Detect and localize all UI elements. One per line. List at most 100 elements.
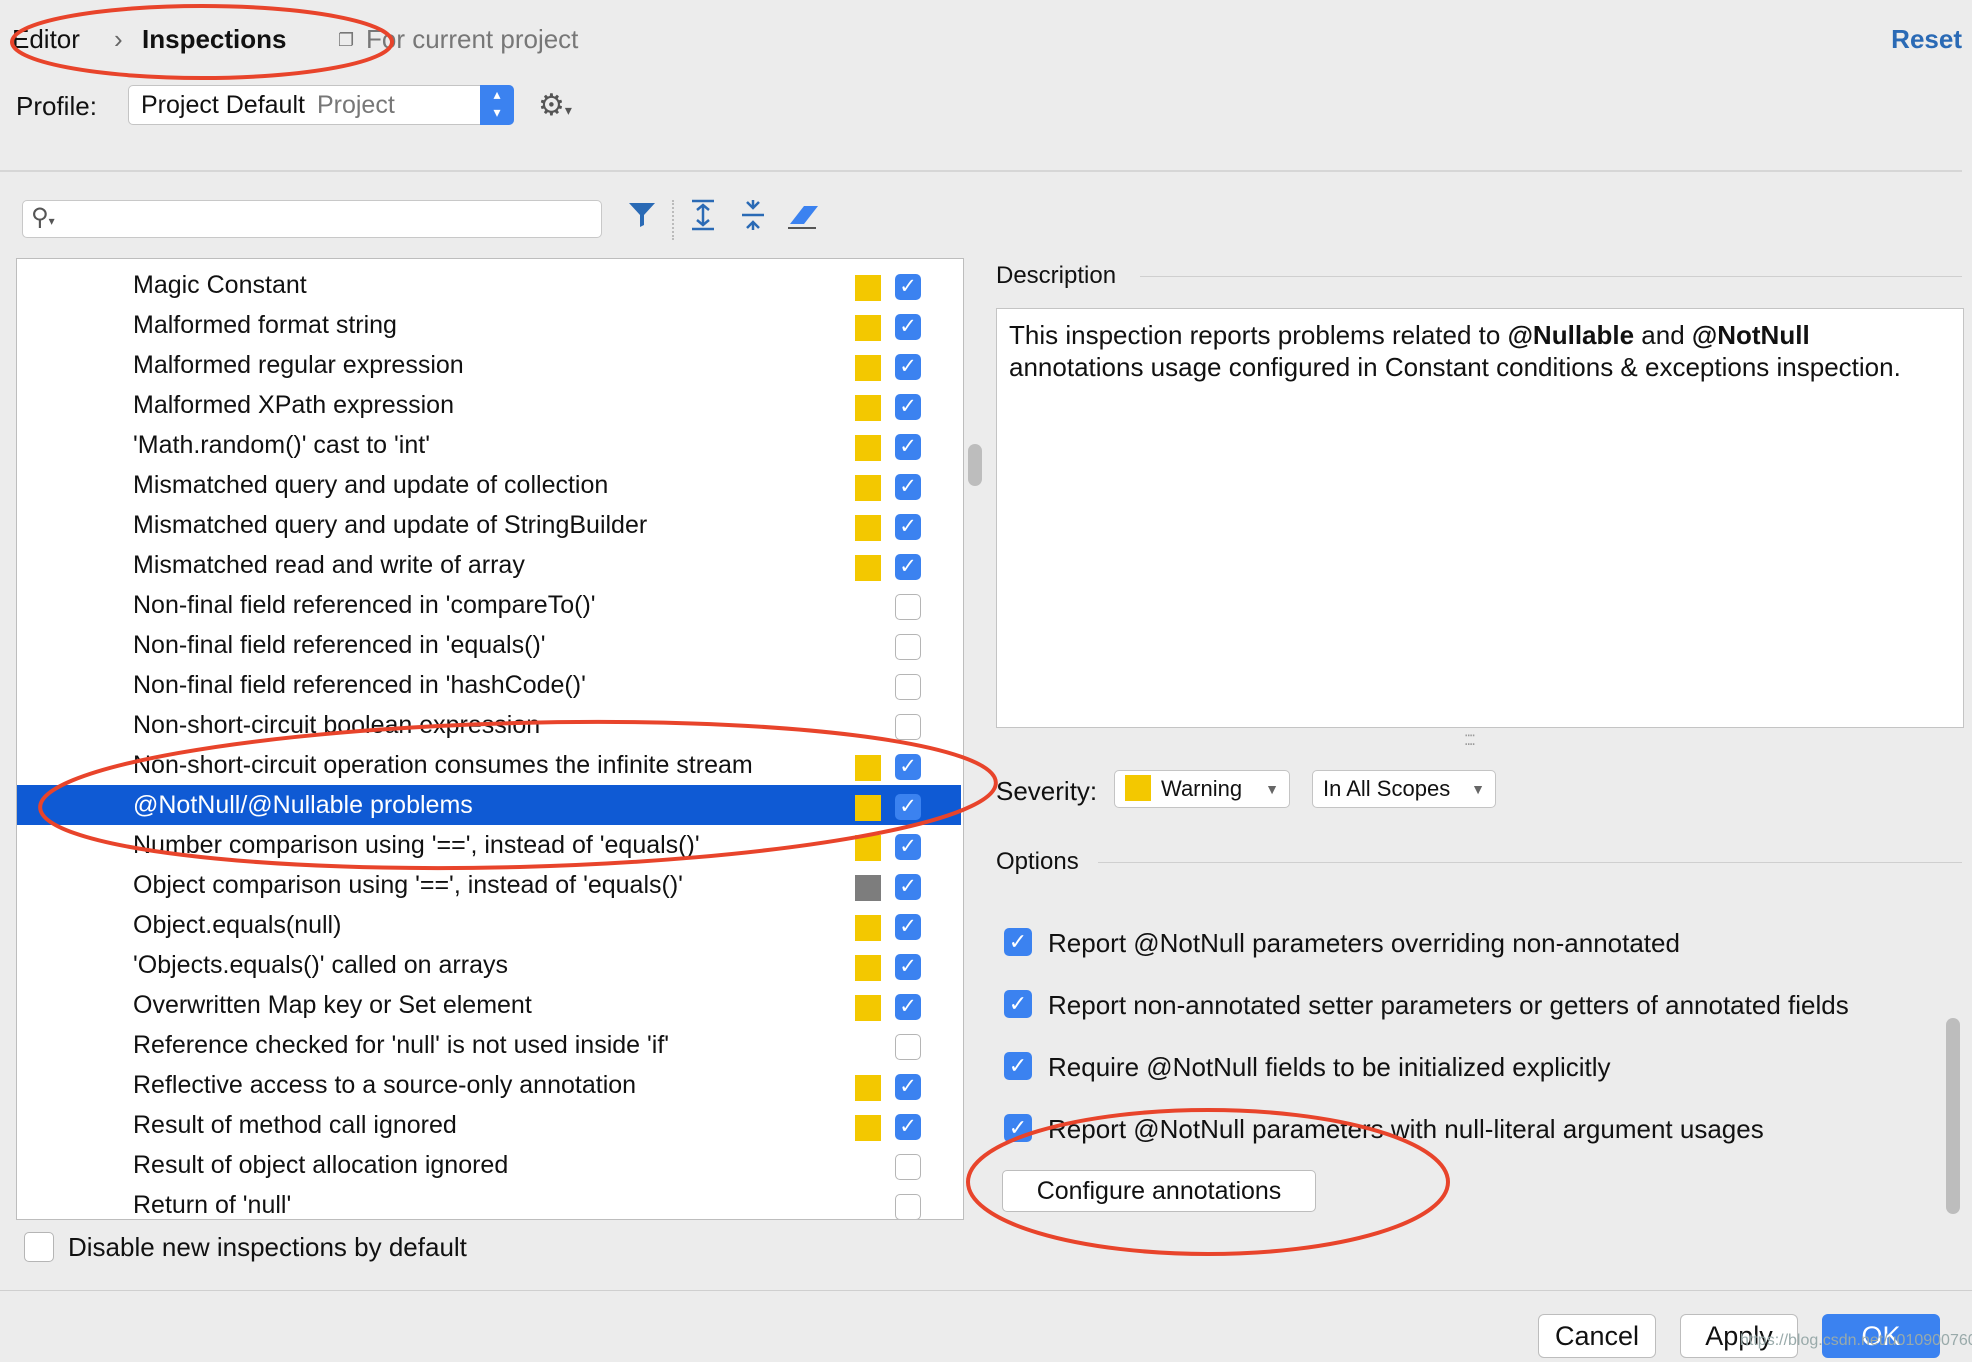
enable-checkbox[interactable] [895,594,921,620]
enable-checkbox[interactable]: ✓ [895,754,921,780]
gear-icon[interactable]: ⚙▾ [538,88,572,123]
inspection-label: Non-short-circuit boolean expression [133,711,541,739]
severity-swatch [855,795,881,821]
divider [0,170,1962,172]
list-item[interactable]: 'Math.random()' cast to 'int' ✓ [17,425,961,465]
enable-checkbox[interactable]: ✓ [895,474,921,500]
search-input[interactable]: ⚲▾ [22,200,602,238]
enable-checkbox[interactable]: ✓ [895,994,921,1020]
list-item[interactable]: Object.equals(null) ✓ [17,905,961,945]
enable-checkbox[interactable]: ✓ [895,1114,921,1140]
list-item[interactable]: Reflective access to a source-only annot… [17,1065,961,1105]
divider [0,1290,1972,1291]
collapse-all-icon[interactable] [738,198,768,240]
toolbar-separator [672,200,675,240]
enable-checkbox[interactable]: ✓ [895,874,921,900]
profile-scope: Project [316,91,395,119]
list-scrollbar[interactable] [968,444,982,486]
inspection-label: Object comparison using '==', instead of… [133,871,683,899]
severity-select[interactable]: Warning ▼ [1114,770,1290,808]
list-item[interactable]: 'Objects.equals()' called on arrays ✓ [17,945,961,985]
list-item[interactable]: Return of 'null' [17,1185,961,1219]
list-item[interactable]: Reference checked for 'null' is not used… [17,1025,961,1065]
enable-checkbox[interactable]: ✓ [895,954,921,980]
filter-icon[interactable] [626,198,658,238]
enable-checkbox[interactable] [895,1194,921,1219]
enable-checkbox[interactable] [895,1154,921,1180]
disable-new-checkbox[interactable] [24,1232,54,1262]
list-item[interactable]: Magic Constant ✓ [17,265,961,305]
description-text: annotations usage configured in Constant… [1009,352,1901,382]
scope-select[interactable]: In All Scopes ▼ [1312,770,1496,808]
enable-checkbox[interactable] [895,674,921,700]
option-checkbox[interactable]: ✓ [1004,1052,1032,1080]
list-item[interactable]: Mismatched query and update of StringBui… [17,505,961,545]
configure-annotations-button[interactable]: Configure annotations [1002,1170,1316,1212]
severity-value: Warning [1161,776,1243,801]
option-checkbox[interactable]: ✓ [1004,990,1032,1018]
description-text: and [1634,320,1692,350]
list-item[interactable]: Number comparison using '==', instead of… [17,825,961,865]
list-item[interactable]: Result of object allocation ignored [17,1145,961,1185]
option-label: Report @NotNull parameters with null-lit… [1048,1114,1764,1144]
inspection-label: Mismatched query and update of StringBui… [133,511,648,539]
scope-note: For current project [366,24,579,54]
option-checkbox[interactable]: ✓ [1004,928,1032,956]
list-item[interactable]: Non-final field referenced in 'hashCode(… [17,665,961,705]
severity-swatch [855,1075,881,1101]
description-text: This inspection reports problems related… [1009,320,1508,350]
enable-checkbox[interactable] [895,714,921,740]
enable-checkbox[interactable]: ✓ [895,834,921,860]
enable-checkbox[interactable]: ✓ [895,914,921,940]
profile-select[interactable]: Project Default Project ▴ ▾ [128,85,514,125]
reset-link[interactable]: Reset [1891,24,1962,55]
inspection-label: 'Math.random()' cast to 'int' [133,431,430,459]
list-item[interactable]: Non-short-circuit operation consumes the… [17,745,961,785]
list-item[interactable]: Object comparison using '==', instead of… [17,865,961,905]
cancel-button[interactable]: Cancel [1538,1314,1656,1358]
list-item[interactable]: Malformed format string ✓ [17,305,961,345]
expand-all-icon[interactable] [688,198,718,240]
inspection-label: Non-short-circuit operation consumes the… [133,751,753,779]
list-item[interactable]: Malformed XPath expression ✓ [17,385,961,425]
eraser-icon[interactable] [786,198,820,240]
list-item[interactable]: Non-final field referenced in 'compareTo… [17,585,961,625]
enable-checkbox[interactable]: ✓ [895,1074,921,1100]
enable-checkbox[interactable]: ✓ [895,794,921,820]
divider [1140,276,1962,277]
profile-label: Profile: [16,91,97,121]
list-item[interactable]: Mismatched query and update of collectio… [17,465,961,505]
options-title: Options [996,848,1079,875]
enable-checkbox[interactable] [895,634,921,660]
option-checkbox[interactable]: ✓ [1004,1114,1032,1142]
list-item[interactable]: @NotNull/@Nullable problems ✓ [17,785,961,825]
breadcrumb-editor[interactable]: Editor [12,24,80,55]
enable-checkbox[interactable]: ✓ [895,434,921,460]
enable-checkbox[interactable]: ✓ [895,514,921,540]
notnull-keyword: @NotNull [1691,320,1810,350]
warning-swatch [1125,775,1151,802]
inspections-list[interactable]: Magic Constant ✓ Malformed format string ✓ M… [16,258,964,1220]
nullable-keyword: @Nullable [1507,320,1635,350]
options-scrollbar[interactable] [1946,1018,1960,1214]
severity-swatch [855,475,881,501]
watermark: https://blog.csdn.net/u010900760 [1740,1332,1972,1349]
copy-icon: ❐ [338,30,355,50]
enable-checkbox[interactable] [895,1034,921,1060]
list-item[interactable]: Mismatched read and write of array ✓ [17,545,961,585]
list-item[interactable]: Non-final field referenced in 'equals()' [17,625,961,665]
list-item[interactable]: Malformed regular expression ✓ [17,345,961,385]
chevron-down-icon: ▼ [1471,781,1485,797]
enable-checkbox[interactable]: ✓ [895,314,921,340]
enable-checkbox[interactable]: ✓ [895,274,921,300]
enable-checkbox[interactable]: ✓ [895,394,921,420]
list-item[interactable]: Non-short-circuit boolean expression [17,705,961,745]
list-item[interactable]: Result of method call ignored ✓ [17,1105,961,1145]
scope-value: In All Scopes [1323,776,1451,801]
enable-checkbox[interactable]: ✓ [895,554,921,580]
enable-checkbox[interactable]: ✓ [895,354,921,380]
resize-handle-icon[interactable]: ⁚⁚⁚⁚ [1464,732,1476,749]
severity-swatch [855,555,881,581]
inspection-label: Mismatched read and write of array [133,551,525,579]
list-item[interactable]: Overwritten Map key or Set element ✓ [17,985,961,1025]
